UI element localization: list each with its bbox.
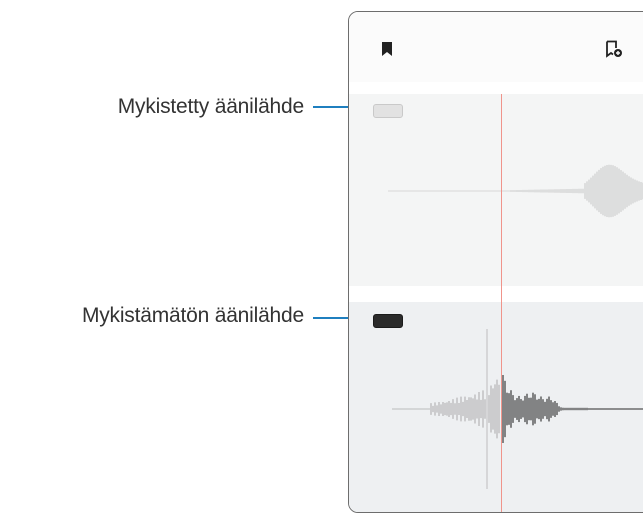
unmuted-track[interactable] bbox=[349, 302, 643, 512]
bookmark-button[interactable] bbox=[377, 38, 397, 60]
unmuted-source-callout: Mykistämätön äänilähde bbox=[81, 304, 304, 327]
add-bookmark-icon bbox=[606, 40, 622, 58]
phone-screen bbox=[348, 11, 643, 513]
muted-source-callout: Mykistetty äänilähde bbox=[117, 95, 304, 118]
playhead[interactable] bbox=[501, 94, 502, 512]
unmuted-waveform bbox=[392, 329, 643, 489]
muted-track[interactable] bbox=[349, 94, 643, 286]
add-bookmark-button[interactable] bbox=[603, 38, 625, 60]
recorder-toolbar bbox=[349, 12, 643, 82]
muted-waveform bbox=[388, 164, 643, 218]
bookmark-icon bbox=[382, 42, 392, 56]
